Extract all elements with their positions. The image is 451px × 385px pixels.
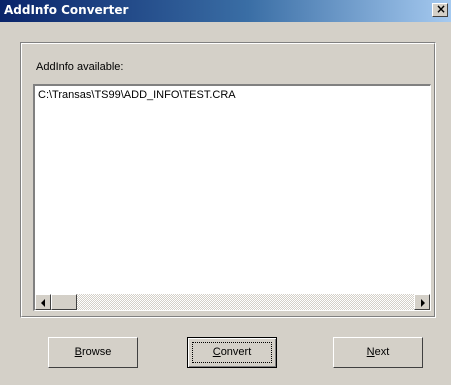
browse-button[interactable]: Browse bbox=[48, 337, 138, 368]
convert-button-label: Convert bbox=[213, 346, 252, 358]
scroll-right-icon bbox=[421, 299, 425, 307]
convert-label-rest: onvert bbox=[220, 346, 252, 358]
scroll-thumb[interactable] bbox=[51, 294, 77, 310]
browse-mnemonic: B bbox=[74, 346, 82, 358]
addinfo-listbox[interactable]: C:\Transas\TS99\ADD_INFO\TEST.CRA bbox=[33, 84, 431, 311]
browse-label-rest: rowse bbox=[82, 346, 112, 358]
horizontal-scrollbar[interactable] bbox=[35, 294, 430, 310]
convert-mnemonic: C bbox=[212, 346, 221, 358]
title-bar[interactable]: AddInfo Converter × bbox=[0, 0, 451, 22]
next-button[interactable]: Next bbox=[333, 337, 423, 368]
next-mnemonic: N bbox=[366, 346, 375, 358]
dialog-window: AddInfo Converter × AddInfo available: C… bbox=[0, 0, 451, 385]
window-title: AddInfo Converter bbox=[4, 3, 129, 17]
scroll-left-button[interactable] bbox=[35, 294, 51, 310]
close-icon: × bbox=[436, 2, 447, 16]
scroll-right-button[interactable] bbox=[414, 294, 430, 310]
list-item[interactable]: C:\Transas\TS99\ADD_INFO\TEST.CRA bbox=[38, 89, 236, 101]
close-button[interactable]: × bbox=[432, 2, 448, 17]
scroll-left-icon bbox=[41, 299, 45, 307]
convert-button[interactable]: Convert bbox=[187, 337, 277, 368]
browse-button-label: Browse bbox=[75, 346, 112, 358]
group-label: AddInfo available: bbox=[36, 61, 124, 73]
next-label-rest: ext bbox=[374, 346, 390, 358]
next-button-label: Next bbox=[367, 346, 390, 358]
